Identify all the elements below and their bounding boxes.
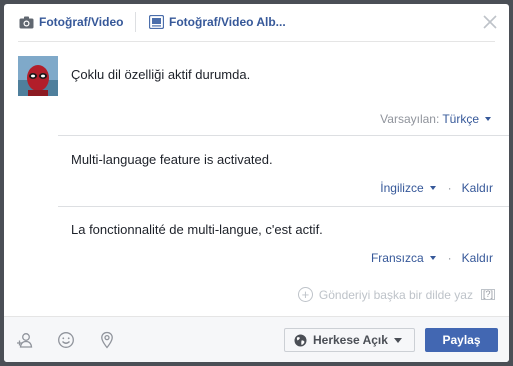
audience-label: Herkese Açık bbox=[313, 333, 388, 347]
share-button[interactable]: Paylaş bbox=[425, 328, 498, 352]
composer-tabs: Fotoğraf/Video Fotoğraf/Video Alb... bbox=[4, 4, 509, 40]
chevron-down-icon[interactable] bbox=[429, 186, 436, 190]
globe-icon bbox=[294, 334, 307, 347]
camera-icon bbox=[18, 14, 34, 30]
language-selector-english[interactable]: İngilizce bbox=[380, 181, 423, 195]
composer-footer: Herkese Açık Paylaş bbox=[4, 316, 509, 362]
audience-selector-button[interactable]: Herkese Açık bbox=[284, 328, 415, 352]
photo-album-icon bbox=[148, 14, 164, 30]
feeling-icon[interactable] bbox=[57, 331, 75, 349]
tab-label: Fotoğraf/Video bbox=[39, 15, 124, 29]
tag-people-icon[interactable] bbox=[16, 331, 34, 349]
translation-text-english[interactable]: Multi-language feature is activated. bbox=[71, 152, 273, 167]
add-circle-icon[interactable]: + bbox=[297, 287, 313, 302]
close-icon[interactable] bbox=[481, 13, 499, 31]
location-pin-icon[interactable] bbox=[98, 331, 116, 349]
header-divider bbox=[18, 41, 495, 42]
avatar bbox=[18, 56, 58, 96]
remove-translation-link[interactable]: Kaldır bbox=[462, 251, 493, 265]
remove-translation-link[interactable]: Kaldır bbox=[462, 181, 493, 195]
divider bbox=[58, 206, 509, 207]
default-language-row: Varsayılan: Türkçe bbox=[380, 112, 491, 126]
translation-language-row: Fransızca · Kaldır bbox=[371, 251, 493, 265]
tab-photo-album[interactable]: Fotoğraf/Video Alb... bbox=[148, 14, 286, 30]
separator-dot: · bbox=[447, 181, 452, 195]
divider bbox=[58, 135, 509, 136]
default-language-selector[interactable]: Türkçe bbox=[442, 112, 479, 126]
post-text[interactable]: Çoklu dil özelliği aktif durumda. bbox=[71, 67, 250, 82]
tab-divider bbox=[135, 12, 136, 32]
separator-dot: · bbox=[447, 251, 452, 265]
composer-dialog: Fotoğraf/Video Fotoğraf/Video Alb... Çok… bbox=[4, 4, 509, 362]
help-link[interactable]: [?] bbox=[480, 289, 495, 300]
tab-label: Fotoğraf/Video Alb... bbox=[169, 15, 286, 29]
chevron-down-icon[interactable] bbox=[485, 117, 491, 121]
write-another-language-row: + Gönderiyi başka bir dilde yaz [?] bbox=[297, 287, 495, 302]
write-another-language-link[interactable]: Gönderiyi başka bir dilde yaz bbox=[319, 288, 473, 302]
chevron-down-icon[interactable] bbox=[429, 256, 436, 260]
language-selector-french[interactable]: Fransızca bbox=[371, 251, 424, 265]
default-language-label: Varsayılan: bbox=[380, 112, 440, 126]
translation-language-row: İngilizce · Kaldır bbox=[380, 181, 493, 195]
tab-photo-video[interactable]: Fotoğraf/Video bbox=[18, 14, 123, 30]
chevron-down-icon bbox=[393, 337, 402, 343]
translation-text-french[interactable]: La fonctionnalité de multi-langue, c'est… bbox=[71, 222, 323, 237]
